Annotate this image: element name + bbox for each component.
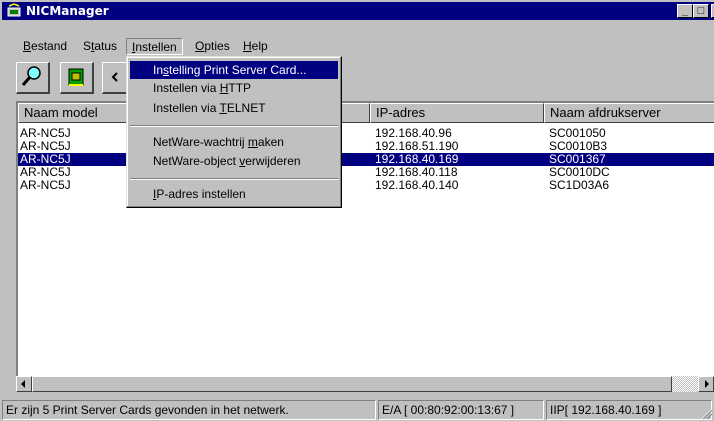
magnifier-icon [21,66,41,86]
item-label-pre: Instellen via [153,101,220,115]
toolbar [2,58,714,98]
menu-item-netware-object-verwijderen[interactable]: NetWare-object verwijderen [130,152,338,170]
item-label-post: telling Print Server Card... [169,63,307,77]
menu-item-instelling-print-server-card[interactable]: Instelling Print Server Card... [130,61,338,79]
menu-item-ip-adres-instellen[interactable]: IP-adres instellen [130,185,338,203]
menu-item-instellen-http[interactable]: Instellen via HTTP [130,79,338,97]
column-ip-adres[interactable]: IP-adres [370,103,544,123]
minimize-icon: _ [681,5,689,17]
status-bar: Er zijn 5 Print Server Cards gevonden in… [0,398,714,421]
menu-bar: Bestand Status Instellen Opties Help [2,36,714,57]
search-button[interactable] [16,62,50,94]
window-title: NICManager [26,4,109,18]
table-row[interactable]: AR-NC5J 192.168.51.190 SC0010B3 [18,140,714,153]
menu-label-post: elp [251,39,268,53]
menu-opties[interactable]: Opties [190,38,235,55]
item-label-pre: NetWare-object [153,154,240,168]
menu-help[interactable]: Help [238,38,273,55]
item-label-post: TTP [228,81,252,95]
item-label-accel: T [219,101,227,115]
item-label-accel: m [247,135,258,149]
item-label-post: ELNET [226,101,266,115]
menu-label-post: atus [94,39,118,53]
menu-label-pre: S [83,39,92,53]
status-message: Er zijn 5 Print Server Cards gevonden in… [2,400,376,420]
item-label-post: P-adres instellen [156,187,246,201]
arrow-button[interactable] [102,62,128,94]
item-label-post: aken [257,135,284,149]
cell-ip: 192.168.40.140 [375,178,459,192]
server-list[interactable]: Naam model IP-adres Naam afdrukserver AR… [16,101,714,391]
menu-label-accel: O [195,39,205,53]
list-header: Naam model IP-adres Naam afdrukserver [18,103,714,123]
cell-model: AR-NC5J [20,178,71,192]
menu-label-accel: B [23,39,32,53]
menu-item-netware-wachtrij-maken[interactable]: NetWare-wachtrij maken [130,133,338,151]
main-window: NICManager _ □ × Bestand Status Instelle… [0,0,714,421]
menu-separator [130,178,338,180]
maximize-button[interactable]: □ [693,4,709,18]
item-label-pre: Instellen via [153,81,220,95]
title-bar[interactable]: NICManager _ □ × [2,2,714,20]
menu-item-instellen-telnet[interactable]: Instellen via TELNET [130,99,338,117]
menu-instellen[interactable]: Instellen [126,38,183,55]
menu-status[interactable]: Status [78,38,122,55]
menu-label-post: estand [31,39,68,53]
column-naam-afdrukserver[interactable]: Naam afdrukserver [544,103,714,123]
arrow-left-icon [21,380,25,388]
item-label-pre: In [153,63,164,77]
table-row[interactable]: AR-NC5J 192.168.40.140 SC1D03A6 [18,179,714,192]
menu-separator [130,125,338,127]
network-card-button[interactable] [60,62,94,94]
cell-server: SC1D03A6 [549,178,610,192]
item-label-pre: NetWare-wachtrij [153,135,248,149]
table-row[interactable]: AR-NC5J 192.168.40.96 SC001050 [18,127,714,140]
app-icon [7,3,21,17]
arrow-right-icon [705,380,709,388]
menu-bestand[interactable]: Bestand [18,38,72,55]
scroll-right-button[interactable] [698,376,714,392]
menu-label-post: pties [204,39,230,53]
menu-label-post: nstellen [135,40,177,54]
resize-grip-icon[interactable] [699,406,713,420]
scroll-left-button[interactable] [16,376,32,392]
minimize-button[interactable]: _ [677,4,693,18]
status-ip: IIP[ 192.168.40.169 ] [546,400,712,420]
instellen-menu: Instelling Print Server Card... Instelle… [126,56,342,208]
item-label-post: erwijderen [245,154,301,168]
scroll-thumb[interactable] [32,376,672,392]
horizontal-scrollbar[interactable] [16,376,714,392]
maximize-icon: □ [697,5,705,17]
arrow-icon [111,72,118,82]
network-card-icon [68,68,84,86]
status-mac: E/A [ 00:80:92:00:13:67 ] [378,400,544,420]
table-row[interactable]: AR-NC5J 192.168.40.118 SC0010DC [18,166,714,179]
menu-label-accel: H [243,39,252,53]
